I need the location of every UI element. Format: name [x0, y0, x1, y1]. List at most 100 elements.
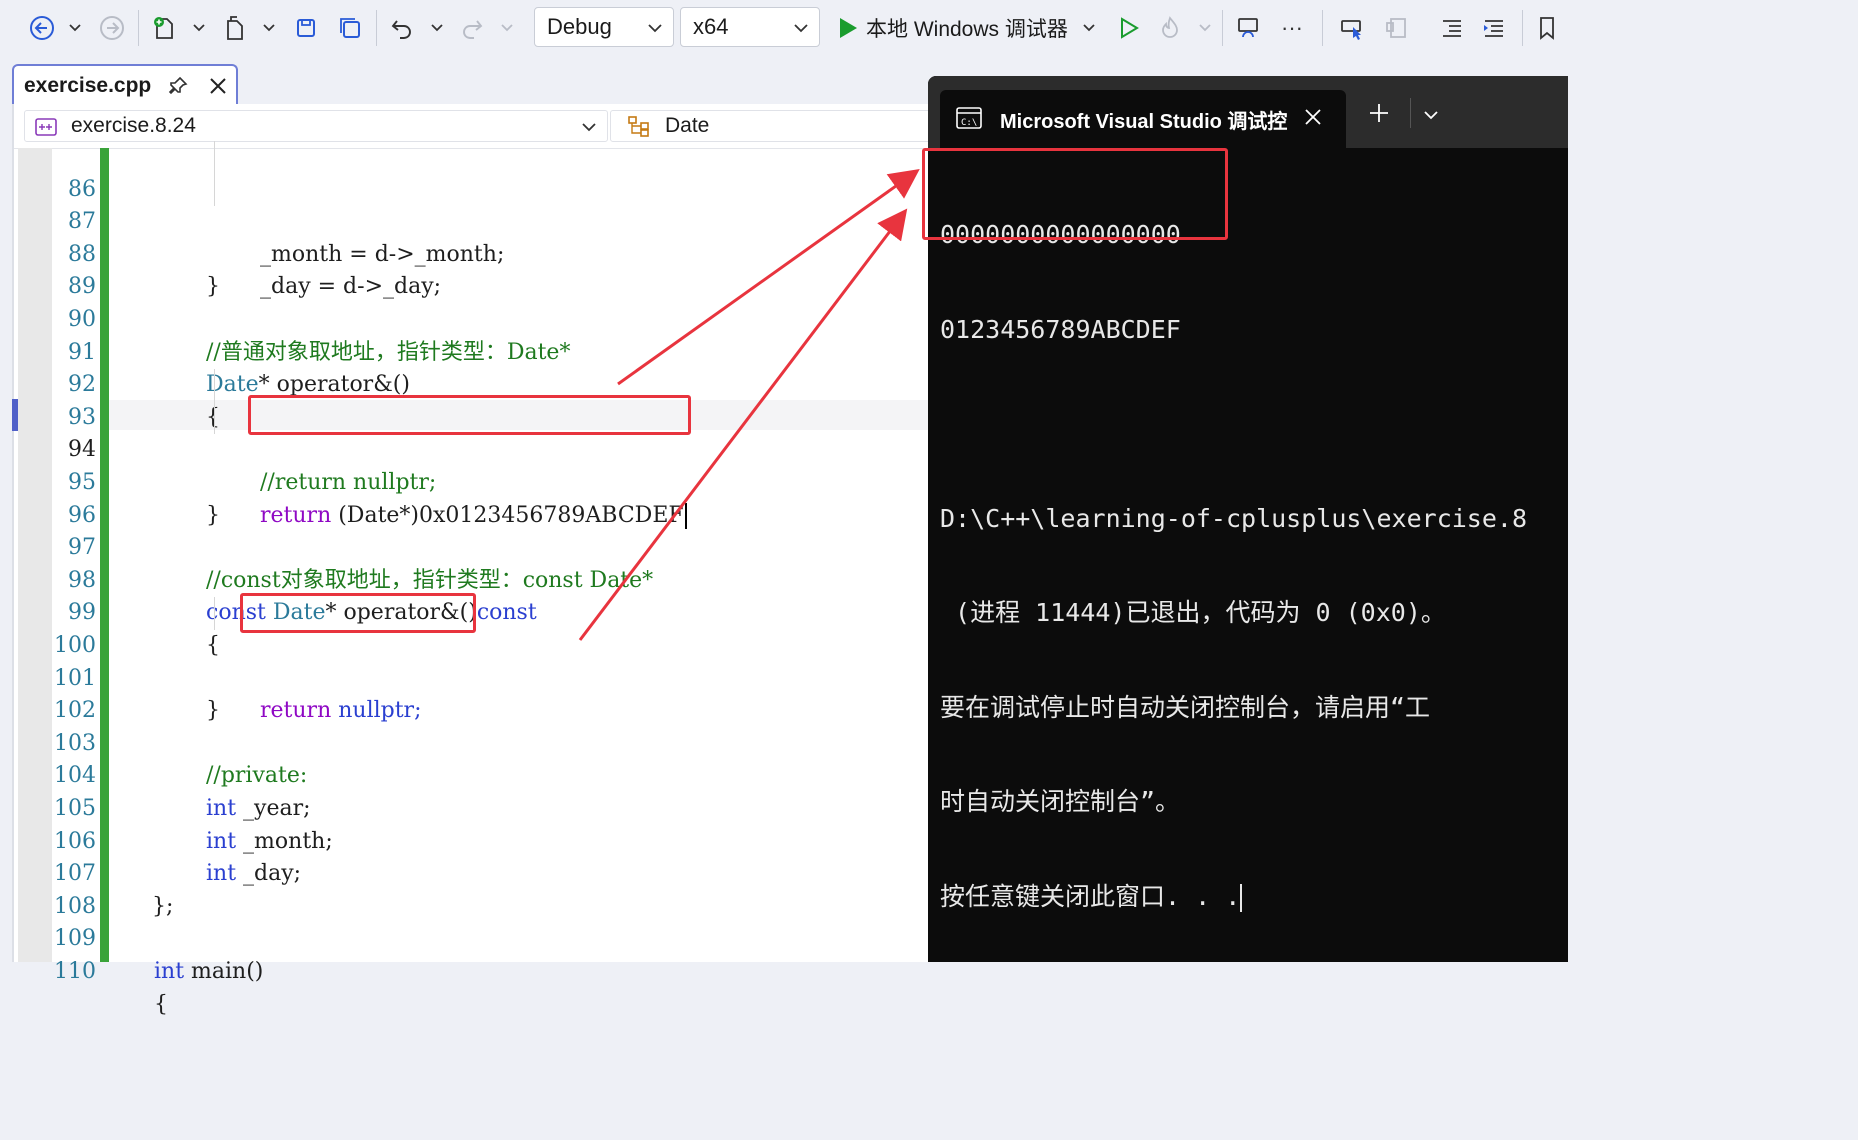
solution-config-value: Debug — [547, 14, 612, 39]
console-output[interactable]: 0000000000000000 0123456789ABCDEF D:\C++… — [940, 156, 1527, 962]
undo-icon — [391, 20, 411, 39]
console-tab-title: Microsoft Visual Studio 调试控 — [1000, 111, 1288, 133]
code-text: { — [154, 991, 168, 1017]
chevron-down-icon — [1083, 24, 1095, 32]
console-titlebar: C:\ Microsoft Visual Studio 调试控 — [928, 76, 1568, 148]
debug-console-window[interactable]: C:\ Microsoft Visual Studio 调试控 00000000… — [928, 76, 1568, 962]
platform-value: x64 — [693, 14, 729, 39]
debugger-target-dropdown[interactable] — [1080, 8, 1098, 48]
tab-title: exercise.cpp — [24, 74, 152, 97]
code-line: 94 return (Date*)0x0123456789ABCDEF — [14, 401, 932, 529]
code-line: 104 int _year; — [14, 728, 932, 821]
terminal-icon: C:\ — [956, 107, 982, 129]
open-file-button[interactable] — [218, 8, 250, 48]
align-left-icon — [1443, 20, 1461, 37]
code-line: 103 //private: — [14, 695, 932, 789]
indent-button[interactable] — [1478, 8, 1510, 48]
platform-combo[interactable]: x64 — [680, 7, 820, 47]
navigate-back-dropdown[interactable] — [66, 8, 84, 48]
toolbar: Debug x64 本地 Windows 调试器 ··· — [0, 0, 1568, 58]
navigate-forward-button[interactable] — [96, 8, 128, 48]
save-all-button[interactable] — [334, 8, 366, 48]
new-project-dropdown[interactable] — [190, 8, 208, 48]
hot-reload-dropdown[interactable] — [1196, 8, 1214, 48]
chevron-down-icon — [582, 123, 596, 132]
new-project-button[interactable] — [148, 8, 180, 48]
save-button[interactable] — [290, 8, 322, 48]
svg-text:C:\: C:\ — [961, 118, 977, 128]
code-text: main() — [184, 958, 264, 984]
tab-exercise-cpp[interactable]: exercise.cpp — [12, 64, 238, 106]
toolbar-separator — [1322, 10, 1323, 46]
code-line: 106 int _day; — [14, 793, 932, 887]
close-icon[interactable] — [1302, 106, 1324, 128]
redo-button[interactable] — [456, 8, 488, 48]
save-all-icon — [340, 18, 360, 38]
code-line: 102 — [14, 663, 932, 723]
console-tab[interactable]: C:\ Microsoft Visual Studio 调试控 — [940, 90, 1346, 148]
project-scope-combo[interactable]: exercise.8.24 — [24, 110, 608, 142]
code-line: 88 } — [14, 206, 932, 300]
solution-config-combo[interactable]: Debug — [534, 7, 674, 47]
play-icon — [840, 18, 857, 38]
chevron-down-icon[interactable] — [1422, 106, 1440, 124]
console-line: 0000000000000000 — [940, 220, 1181, 249]
code-line: 101 } — [14, 630, 932, 724]
line-number: 110 — [54, 958, 96, 984]
copy-path-button[interactable] — [1380, 8, 1412, 48]
forward-arrow-icon — [100, 16, 124, 40]
close-icon[interactable] — [207, 75, 229, 97]
plus-icon[interactable] — [1368, 102, 1390, 124]
code-line: 109 int main() — [14, 891, 932, 984]
undo-dropdown[interactable] — [428, 8, 446, 48]
indent-icon — [1484, 20, 1503, 37]
more-options-button[interactable]: ··· — [1276, 8, 1308, 48]
open-file-dropdown[interactable] — [260, 8, 278, 48]
open-file-icon — [227, 16, 243, 40]
code-line: 105 int _month; — [14, 760, 932, 854]
play-outline-icon — [1121, 17, 1139, 39]
bookmark-button[interactable] — [1532, 8, 1562, 48]
member-scope-value: Date — [665, 114, 710, 137]
outdent-button[interactable] — [1436, 8, 1468, 48]
code-line: 95 } — [14, 434, 932, 528]
select-cursor-icon — [1341, 20, 1361, 40]
browser-link-button[interactable] — [1232, 8, 1264, 48]
navigate-back-button[interactable] — [26, 8, 58, 48]
titlebar-separator — [1410, 98, 1411, 128]
start-without-debugging-button[interactable] — [1112, 8, 1144, 48]
new-file-icon — [154, 17, 173, 39]
copy-icon — [1386, 18, 1406, 38]
toolbar-separator — [376, 10, 377, 46]
code-line: 99 { — [14, 565, 932, 658]
code-line: 91 Date* operator&() — [14, 304, 932, 398]
comment-button[interactable] — [1336, 8, 1368, 48]
hot-reload-button[interactable] — [1154, 8, 1186, 48]
console-line: 按任意键关闭此窗口. . . — [940, 881, 1527, 913]
indent-guide — [214, 369, 215, 402]
console-line: 0123456789ABCDEF — [940, 314, 1181, 344]
redo-dropdown[interactable] — [498, 8, 516, 48]
cpp-project-icon — [35, 118, 57, 136]
class-icon — [628, 116, 649, 137]
code-line: 107 }; — [14, 826, 932, 919]
redo-icon — [463, 20, 483, 39]
editor-tab-strip: exercise.cpp — [0, 58, 930, 106]
start-debugging-button[interactable] — [834, 8, 862, 48]
code-line: 89 — [14, 239, 932, 299]
monitor-refresh-icon — [1238, 18, 1258, 38]
toolbar-separator — [1522, 10, 1523, 46]
indent-guide — [214, 141, 215, 174]
undo-button[interactable] — [386, 8, 418, 48]
code-editor[interactable]: exercise.8.24 Date 86 _month = d->_month… — [12, 104, 932, 1017]
code-line: 86 _month = d->_month; — [14, 141, 932, 267]
indent-guide — [214, 401, 215, 435]
code-line: 96 — [14, 467, 932, 528]
console-line: (进程 11444)已退出，代码为 0 (0x0)。 — [940, 598, 1446, 627]
save-icon — [297, 19, 315, 37]
indent-guide — [214, 173, 215, 207]
pin-icon[interactable] — [167, 75, 189, 97]
member-scope-combo[interactable]: Date — [610, 110, 932, 142]
debugger-target-label[interactable]: 本地 Windows 调试器 — [866, 8, 1068, 48]
code-line: 97 //const对象取地址，指针类型：const Date* — [14, 500, 932, 593]
